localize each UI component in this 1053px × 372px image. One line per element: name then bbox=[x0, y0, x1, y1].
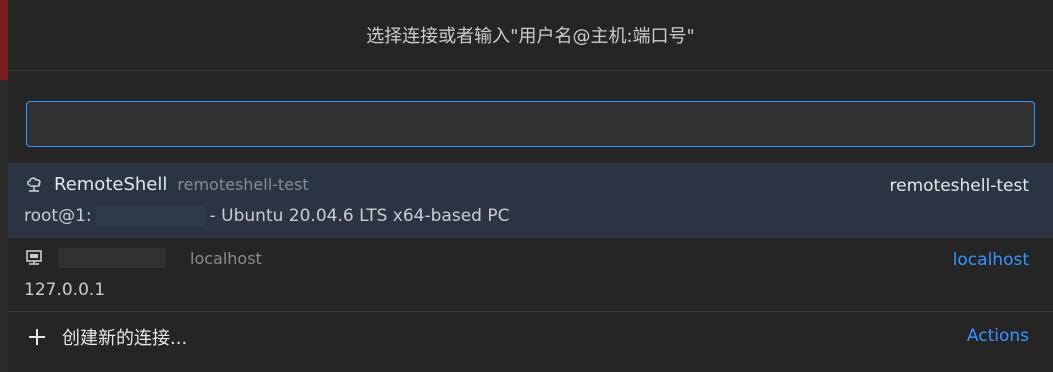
list-item-localhost[interactable]: localhost 127.0.0.1 localhost bbox=[8, 238, 1053, 312]
computer-icon bbox=[24, 248, 44, 268]
list-item-remoteshell[interactable]: RemoteShell remoteshell-test root@1: - U… bbox=[8, 164, 1053, 238]
search-wrapper bbox=[8, 71, 1053, 147]
actions-link[interactable]: Actions bbox=[967, 326, 1029, 346]
detail-prefix: root@1: bbox=[24, 206, 92, 226]
redacted-name bbox=[58, 248, 166, 268]
left-edge-strip bbox=[0, 0, 8, 372]
connection-right-label[interactable]: localhost bbox=[953, 250, 1029, 270]
connection-list: RemoteShell remoteshell-test root@1: - U… bbox=[8, 163, 1053, 362]
plus-icon bbox=[26, 326, 48, 348]
command-palette-window: 选择连接或者输入"用户名@主机:端口号" RemoteShell remotes… bbox=[0, 0, 1053, 372]
list-item-row1: RemoteShell remoteshell-test bbox=[24, 174, 309, 195]
connection-detail: 127.0.0.1 bbox=[24, 280, 105, 300]
connection-description: remoteshell-test bbox=[177, 175, 309, 194]
redacted-host bbox=[95, 206, 206, 226]
connection-name: RemoteShell bbox=[54, 174, 168, 195]
cloud-icon bbox=[24, 175, 44, 195]
detail-address: 127.0.0.1 bbox=[24, 280, 106, 300]
create-connection-label: 创建新的连接... bbox=[62, 328, 188, 349]
left-edge-accent bbox=[0, 0, 8, 80]
connection-detail: root@1: - Ubuntu 20.04.6 LTS x64-based P… bbox=[24, 206, 509, 226]
quick-pick-title: 选择连接或者输入"用户名@主机:端口号" bbox=[8, 0, 1053, 71]
detail-suffix: - Ubuntu 20.04.6 LTS x64-based PC bbox=[209, 206, 510, 226]
search-input[interactable] bbox=[26, 101, 1035, 147]
create-connection-row[interactable]: 创建新的连接... Actions bbox=[8, 312, 1053, 362]
connection-right-label: remoteshell-test bbox=[889, 176, 1029, 196]
quick-pick-panel: 选择连接或者输入"用户名@主机:端口号" RemoteShell remotes… bbox=[8, 0, 1053, 372]
connection-description: localhost bbox=[190, 248, 262, 268]
list-item-row1: localhost bbox=[24, 248, 262, 268]
